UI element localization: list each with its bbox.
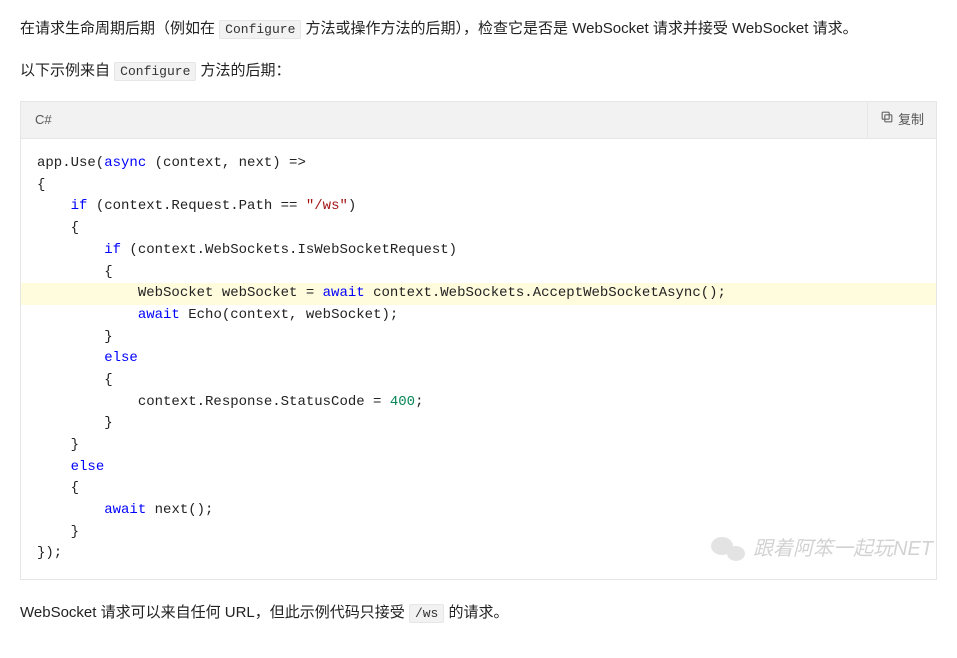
text: 以下示例来自 — [20, 62, 114, 79]
paragraph-example-lead: 以下示例来自 Configure 方法的后期： — [20, 58, 937, 84]
code-line: } — [37, 522, 920, 544]
code-line: { — [37, 478, 920, 500]
code-line: { — [37, 175, 920, 197]
copy-button[interactable]: 复制 — [867, 102, 936, 138]
copy-label: 复制 — [898, 109, 924, 131]
code-block: C# 复制 app.Use(async (context, next) =>{ … — [20, 101, 937, 580]
text: 方法或操作方法的后期），检查它是否是 WebSocket 请求并接受 WebSo… — [301, 20, 857, 37]
paragraph-note: WebSocket 请求可以来自任何 URL，但此示例代码只接受 /ws 的请求… — [20, 600, 937, 626]
text: 的请求。 — [444, 604, 508, 621]
code-line: } — [37, 413, 920, 435]
code-line: { — [37, 370, 920, 392]
inline-code-ws-path: /ws — [409, 604, 444, 623]
inline-code-configure: Configure — [114, 62, 196, 81]
code-line: else — [37, 457, 920, 479]
code-line: else — [37, 348, 920, 370]
code-lang-label: C# — [21, 102, 66, 138]
code-line: } — [37, 327, 920, 349]
code-line: { — [37, 218, 920, 240]
code-line: app.Use(async (context, next) => — [37, 153, 920, 175]
code-line: if (context.WebSockets.IsWebSocketReques… — [37, 240, 920, 262]
code-content[interactable]: app.Use(async (context, next) =>{ if (co… — [21, 139, 936, 579]
text: 在请求生命周期后期（例如在 — [20, 20, 219, 37]
code-line: context.Response.StatusCode = 400; — [37, 392, 920, 414]
code-line: } — [37, 435, 920, 457]
code-line: { — [37, 262, 920, 284]
copy-icon — [880, 109, 894, 131]
inline-code-configure: Configure — [219, 20, 301, 39]
text: WebSocket 请求可以来自任何 URL，但此示例代码只接受 — [20, 604, 409, 621]
code-header: C# 复制 — [21, 102, 936, 139]
code-line: await next(); — [37, 500, 920, 522]
text: 方法的后期： — [196, 62, 290, 79]
code-line: if (context.Request.Path == "/ws") — [37, 196, 920, 218]
paragraph-intro: 在请求生命周期后期（例如在 Configure 方法或操作方法的后期），检查它是… — [20, 16, 937, 42]
code-line: }); — [37, 543, 920, 565]
code-line: await Echo(context, webSocket); — [37, 305, 920, 327]
code-line: WebSocket webSocket = await context.WebS… — [21, 283, 936, 305]
